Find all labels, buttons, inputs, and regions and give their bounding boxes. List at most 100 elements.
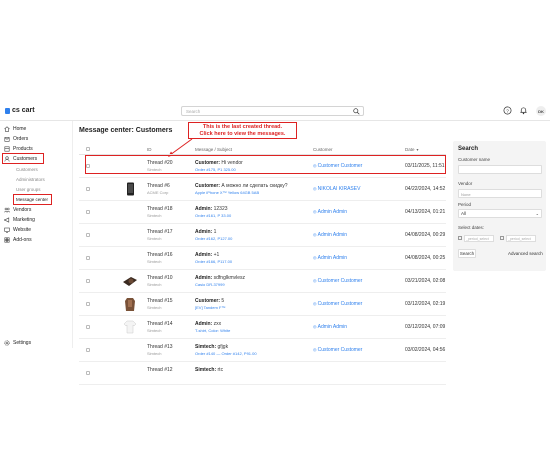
product-thumbnail bbox=[122, 204, 138, 220]
thread-id-link[interactable]: Thread #16 bbox=[147, 252, 173, 258]
sidebar-item-home[interactable]: Home bbox=[4, 126, 26, 132]
last-thread-highlight-box bbox=[85, 155, 446, 174]
column-header-date[interactable]: Date ▼ bbox=[405, 147, 419, 152]
sidebar-item-label: Marketing bbox=[13, 217, 35, 223]
bell-icon[interactable] bbox=[519, 106, 528, 115]
thread-order-link[interactable]: Apple iPhone Х™ Yellow 64GB 5AB bbox=[195, 190, 307, 195]
subject-text: rtc bbox=[217, 367, 224, 373]
table-row[interactable]: Thread #12 Simtech: rtc bbox=[79, 362, 446, 385]
thread-date: 03/12/2024, 07:09 bbox=[405, 324, 446, 330]
row-checkbox[interactable] bbox=[86, 233, 90, 237]
thread-id-link[interactable]: Thread #18 bbox=[147, 206, 173, 212]
sidebar-item-website[interactable]: Website bbox=[4, 227, 31, 233]
customer-link[interactable]: ◎ Customer Customer bbox=[313, 347, 362, 353]
customer-link[interactable]: ◎ Admin Admin bbox=[313, 255, 347, 261]
customer-link[interactable]: ◎ Admin Admin bbox=[313, 232, 347, 238]
thread-id-link[interactable]: Thread #6 bbox=[147, 183, 170, 189]
row-checkbox[interactable] bbox=[86, 256, 90, 260]
period-select[interactable]: All ⌄ bbox=[458, 209, 542, 218]
thread-order-link[interactable]: [EV] Tandem F™ bbox=[195, 305, 307, 310]
thread-subject[interactable]: Admin: zxx bbox=[195, 321, 307, 327]
table-row[interactable]: Thread #17 Simtech Admin: 1 Order #162, P12… bbox=[79, 224, 446, 247]
row-checkbox[interactable] bbox=[86, 348, 90, 352]
customer-name: Admin Admin bbox=[317, 209, 348, 215]
sidebar-item-vendors[interactable]: Vendors bbox=[4, 207, 31, 213]
row-checkbox[interactable] bbox=[86, 325, 90, 329]
subnav-user-groups[interactable]: User groups bbox=[16, 187, 41, 192]
callout-line-1: This is the last created thread. bbox=[202, 124, 283, 130]
column-header-customer[interactable]: Customer bbox=[313, 147, 333, 152]
table-row[interactable]: Thread #16 Simtech Admin: +1 Order #166, P1… bbox=[79, 247, 446, 270]
table-row[interactable]: Thread #14 Simtech Admin: zxx T-shirt, Colo… bbox=[79, 316, 446, 339]
thread-subject[interactable]: Admin: 12323 bbox=[195, 206, 307, 212]
thread-id-link[interactable]: Thread #14 bbox=[147, 321, 173, 327]
thread-id-link[interactable]: Thread #17 bbox=[147, 229, 173, 235]
thread-subject[interactable]: Customer: 5 bbox=[195, 298, 307, 304]
row-checkbox[interactable] bbox=[86, 302, 90, 306]
thread-order-link[interactable]: Order #161, P 33.00 bbox=[195, 213, 307, 218]
customer-link[interactable]: ◎ Admin Admin bbox=[313, 324, 347, 330]
sender-role: Admin: bbox=[195, 321, 213, 327]
column-header-subject[interactable]: Message / Subject bbox=[195, 147, 232, 152]
help-icon[interactable]: ? bbox=[503, 106, 512, 115]
thread-id-link[interactable]: Thread #13 bbox=[147, 344, 173, 350]
period-label: Period bbox=[458, 202, 472, 207]
thread-order-link[interactable]: Order #140 — Order #142, P91.00 bbox=[195, 351, 307, 356]
thread-subject[interactable]: Customer: А можно ли сделать скидку? bbox=[195, 183, 307, 189]
table-row[interactable]: Thread #10 Simtech Admin: sdfnglkmvlesz Cas… bbox=[79, 270, 446, 293]
thread-id-link[interactable]: Thread #10 bbox=[147, 275, 173, 281]
row-checkbox[interactable] bbox=[86, 371, 90, 375]
thread-subject[interactable]: Simtech: gfjgk bbox=[195, 344, 307, 350]
thread-order-link[interactable]: T-shirt, Color: White bbox=[195, 328, 307, 333]
thread-order-link[interactable]: Casio DR-37999 bbox=[195, 282, 307, 287]
phone-thumbnail-icon bbox=[126, 182, 134, 196]
subject-text: zxx bbox=[213, 321, 222, 327]
sidebar-item-marketing[interactable]: Marketing bbox=[4, 217, 35, 223]
table-row[interactable]: Thread #13 Simtech Simtech: gfjgk Order #14… bbox=[79, 339, 446, 362]
subnav-administrators[interactable]: Administrators bbox=[16, 177, 45, 182]
avatar[interactable]: DK bbox=[536, 106, 546, 116]
customer-link[interactable]: ◎ Admin Admin bbox=[313, 209, 347, 215]
date-from-input[interactable]: _period_select bbox=[464, 235, 494, 242]
thread-order-link[interactable]: Order #162, P127.00 bbox=[195, 236, 307, 241]
advanced-search-link[interactable]: Advanced search bbox=[508, 251, 543, 256]
select-all-checkbox[interactable] bbox=[86, 147, 90, 151]
logo[interactable]: cs cart bbox=[5, 107, 35, 114]
column-header-id[interactable]: ID bbox=[147, 147, 152, 152]
customer-name-input[interactable] bbox=[458, 165, 542, 174]
thread-subject[interactable]: Admin: 1 bbox=[195, 229, 307, 235]
calendar-from-icon[interactable] bbox=[458, 236, 462, 240]
thread-id-link[interactable]: Thread #12 bbox=[147, 367, 173, 373]
row-checkbox[interactable] bbox=[86, 279, 90, 283]
table-row[interactable]: Thread #6 ACME Corp Customer: А можно ли с… bbox=[79, 178, 446, 201]
thread-subject[interactable]: Simtech: rtc bbox=[195, 367, 307, 373]
thread-order-link[interactable]: Order #166, P117.00 bbox=[195, 259, 307, 264]
thread-subject[interactable]: Admin: sdfnglkmvlesz bbox=[195, 275, 307, 281]
thread-company: Simtech bbox=[147, 305, 162, 310]
date-to-input[interactable]: _period_select bbox=[506, 235, 536, 242]
vendor-input[interactable]: None bbox=[458, 189, 542, 198]
row-checkbox[interactable] bbox=[86, 210, 90, 214]
sidebar-item-settings[interactable]: Settings bbox=[4, 340, 31, 346]
row-checkbox[interactable] bbox=[86, 187, 90, 191]
customer-link[interactable]: ◎ Customer Customer bbox=[313, 278, 362, 284]
sidebar-item-addons[interactable]: Add-ons bbox=[4, 237, 32, 243]
search-icon[interactable] bbox=[353, 108, 360, 115]
product-thumbnail bbox=[122, 227, 138, 243]
sidebar-item-products[interactable]: Products bbox=[4, 146, 33, 152]
subnav-customers[interactable]: Customers bbox=[16, 167, 38, 172]
table-row[interactable]: Thread #18 Simtech Admin: 12323 Order #161,… bbox=[79, 201, 446, 224]
thread-id-link[interactable]: Thread #15 bbox=[147, 298, 173, 304]
subject-text: gfjgk bbox=[217, 344, 229, 350]
search-button[interactable]: Search bbox=[458, 249, 476, 258]
sidebar-item-orders[interactable]: Orders bbox=[4, 136, 28, 142]
thread-subject[interactable]: Admin: +1 bbox=[195, 252, 307, 258]
callout-line-2: Click here to view the messages. bbox=[199, 131, 286, 137]
table-row[interactable]: Thread #15 Simtech Customer: 5 [EV] Tandem … bbox=[79, 293, 446, 316]
gear-icon bbox=[4, 340, 10, 346]
customer-link[interactable]: ◎ Customer Customer bbox=[313, 301, 362, 307]
logo-text: cs cart bbox=[12, 107, 35, 114]
calendar-to-icon[interactable] bbox=[500, 236, 504, 240]
search-input[interactable]: Search bbox=[181, 106, 364, 116]
customer-link[interactable]: ◎ NIKOLAI KIRASEV bbox=[313, 186, 360, 192]
